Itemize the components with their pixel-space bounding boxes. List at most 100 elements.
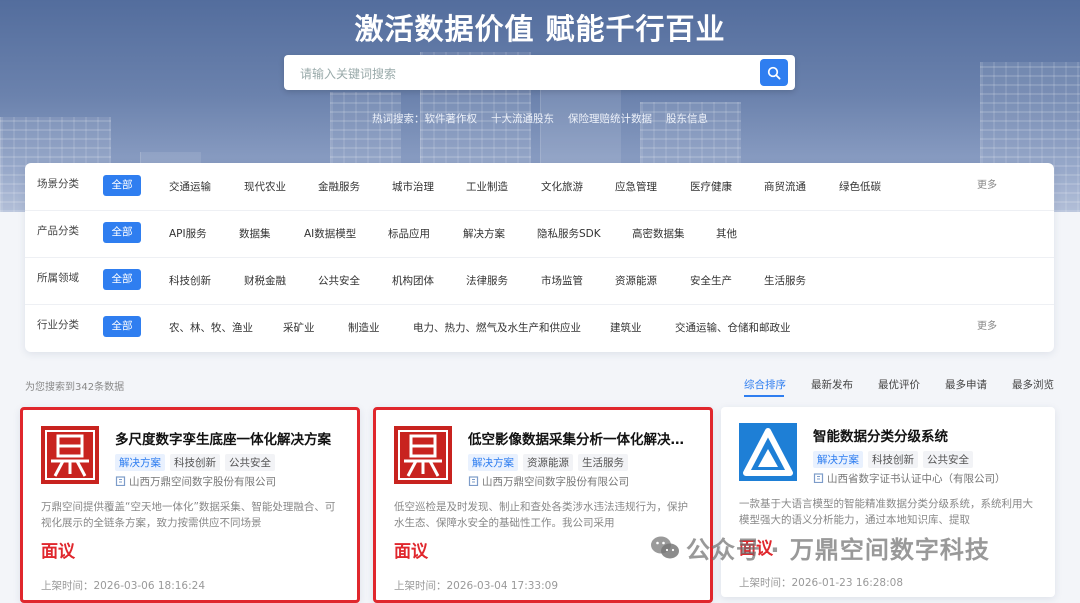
- filter-option[interactable]: 法律服务: [466, 273, 508, 288]
- filter-option[interactable]: 电力、热力、燃气及水生产和供应业: [413, 320, 581, 335]
- filter-all-button[interactable]: 全部: [103, 269, 141, 290]
- filter-option[interactable]: 公共安全: [318, 273, 360, 288]
- filter-option[interactable]: 采矿业: [283, 320, 315, 335]
- filter-option[interactable]: 安全生产: [690, 273, 732, 288]
- building-icon: [468, 476, 479, 486]
- filter-option[interactable]: 交通运输: [169, 179, 211, 194]
- filter-all-button[interactable]: 全部: [103, 175, 141, 196]
- card-time: 上架时间：2026-03-04 17:33:09: [394, 580, 559, 592]
- dingding-logo: [394, 426, 452, 484]
- filter-option[interactable]: 现代农业: [244, 179, 286, 194]
- card-title[interactable]: 低空影像数据采集分析一体化解决方案: [468, 428, 696, 448]
- filter-option[interactable]: 生活服务: [764, 273, 806, 288]
- hot-word[interactable]: 股东信息: [666, 113, 708, 125]
- filter-option[interactable]: 解决方案: [463, 226, 505, 241]
- filter-option[interactable]: 高密数据集: [632, 226, 685, 241]
- filter-option[interactable]: 制造业: [348, 320, 380, 335]
- filter-option[interactable]: 医疗健康: [690, 179, 732, 194]
- card-company-name: 山西省数字证书认证中心（有限公司）: [827, 473, 1006, 485]
- filter-label: 所属领域: [37, 272, 79, 284]
- filter-option[interactable]: 其他: [716, 226, 737, 241]
- card-tag: 资源能源: [523, 454, 573, 471]
- filter-option[interactable]: 数据集: [239, 226, 271, 241]
- card-time: 上架时间：2026-01-23 16:28:08: [739, 577, 904, 589]
- filter-option[interactable]: 绿色低碳: [839, 179, 881, 194]
- filter-row-industry: 行业分类 全部 农、林、牧、渔业 采矿业 制造业 电力、热力、燃气及水生产和供应…: [25, 304, 1054, 351]
- card-title[interactable]: 智能数据分类分级系统: [813, 425, 1041, 445]
- card-description: 万鼎空间提供覆盖“空天地一体化”数据采集、智能处理融合、可视化展示的全链条方案，…: [41, 501, 336, 529]
- product-card[interactable]: 低空影像数据采集分析一体化解决方案 解决方案 资源能源 生活服务 山西万鼎空间数字股…: [373, 407, 713, 603]
- card-tag: 解决方案: [115, 454, 165, 471]
- building-icon: [813, 473, 824, 483]
- filter-option[interactable]: AI数据模型: [304, 226, 356, 241]
- sort-option[interactable]: 最优评价: [878, 377, 920, 392]
- card-time: 上架时间：2026-03-06 18:16:24: [41, 580, 206, 592]
- filter-option[interactable]: 农、林、牧、渔业: [169, 320, 253, 335]
- card-description: 低空巡检是及时发现、制止和查处各类涉水违法违规行为，保护水生态、保障水安全的基础…: [394, 501, 688, 529]
- card-tag: 科技创新: [868, 451, 918, 468]
- card-company-name: 山西万鼎空间数字股份有限公司: [482, 476, 629, 488]
- sort-option[interactable]: 综合排序: [744, 377, 786, 392]
- card-company: 山西万鼎空间数字股份有限公司: [115, 474, 276, 489]
- filter-option[interactable]: 财税金融: [244, 273, 286, 288]
- card-company: 山西万鼎空间数字股份有限公司: [468, 474, 629, 489]
- card-tag: 解决方案: [813, 451, 863, 468]
- page-title: 激活数据价值 赋能千行百业: [354, 12, 726, 46]
- filter-all-button[interactable]: 全部: [103, 316, 141, 337]
- search-bar: [284, 55, 795, 92]
- card-tag: 公共安全: [923, 451, 973, 468]
- more-button[interactable]: 更多: [977, 317, 997, 332]
- hot-words-label: 热词搜索：: [372, 113, 425, 125]
- card-tag: 公共安全: [225, 454, 275, 471]
- filter-option[interactable]: 市场监管: [541, 273, 583, 288]
- filter-label: 行业分类: [37, 319, 79, 331]
- filter-row-product: 产品分类 全部 API服务 数据集 AI数据模型 标品应用 解决方案 隐私服务S…: [25, 210, 1054, 258]
- card-tags: 解决方案 资源能源 生活服务: [468, 451, 633, 471]
- card-price: 面议: [394, 542, 428, 562]
- sort-option[interactable]: 最多申请: [945, 377, 987, 392]
- card-description: 一款基于大语言模型的智能精准数据分类分级系统，系统利用大模型强大的语义分析能力，…: [739, 498, 1033, 526]
- more-button[interactable]: 更多: [977, 176, 997, 191]
- filter-row-scene: 场景分类 全部 交通运输 现代农业 金融服务 城市治理 工业制造 文化旅游 应急…: [25, 163, 1054, 211]
- card-company-name: 山西万鼎空间数字股份有限公司: [129, 476, 276, 488]
- search-button[interactable]: [760, 59, 788, 86]
- filter-row-domain: 所属领域 全部 科技创新 财税金融 公共安全 机构团体 法律服务 市场监管 资源…: [25, 257, 1054, 305]
- filter-option[interactable]: 隐私服务SDK: [537, 226, 601, 241]
- card-tags: 解决方案 科技创新 公共安全: [813, 448, 978, 468]
- card-company: 山西省数字证书认证中心（有限公司）: [813, 471, 1006, 486]
- dingding-logo: [41, 426, 99, 484]
- card-tags: 解决方案 科技创新 公共安全: [115, 451, 280, 471]
- sort-option[interactable]: 最多浏览: [1012, 377, 1054, 392]
- filter-option[interactable]: 建筑业: [610, 320, 642, 335]
- sort-option[interactable]: 最新发布: [811, 377, 853, 392]
- filter-option[interactable]: 金融服务: [318, 179, 360, 194]
- card-title[interactable]: 多尺度数字孪生底座一体化解决方案: [115, 428, 343, 448]
- hot-word[interactable]: 保险理赔统计数据: [568, 113, 652, 125]
- filter-option[interactable]: 工业制造: [466, 179, 508, 194]
- filter-option[interactable]: 标品应用: [388, 226, 430, 241]
- search-input[interactable]: [298, 55, 752, 92]
- filter-option[interactable]: 机构团体: [392, 273, 434, 288]
- filter-option[interactable]: 应急管理: [615, 179, 657, 194]
- filter-all-button[interactable]: 全部: [103, 222, 141, 243]
- filter-option[interactable]: 文化旅游: [541, 179, 583, 194]
- card-tag: 解决方案: [468, 454, 518, 471]
- hot-word[interactable]: 软件著作权: [425, 113, 478, 125]
- triangle-logo: [739, 423, 797, 481]
- filter-label: 场景分类: [37, 178, 79, 190]
- building-icon: [115, 476, 126, 486]
- card-tag: 生活服务: [578, 454, 628, 471]
- product-card[interactable]: 多尺度数字孪生底座一体化解决方案 解决方案 科技创新 公共安全 山西万鼎空间数字股份…: [20, 407, 360, 603]
- hot-word[interactable]: 十大流通股东: [491, 113, 554, 125]
- hot-words: 热词搜索：软件著作权 十大流通股东 保险理赔统计数据 股东信息: [0, 111, 1080, 126]
- filter-option[interactable]: 商贸流通: [764, 179, 806, 194]
- product-card[interactable]: 智能数据分类分级系统 解决方案 科技创新 公共安全 山西省数字证书认证中心（有限公司…: [721, 407, 1055, 597]
- search-icon: [767, 66, 781, 80]
- filter-option[interactable]: API服务: [169, 226, 207, 241]
- filter-option[interactable]: 交通运输、仓储和邮政业: [675, 320, 791, 335]
- filter-option[interactable]: 城市治理: [392, 179, 434, 194]
- watermark-text: 公众号 · 万鼎空间数字科技: [686, 536, 990, 564]
- filter-option[interactable]: 科技创新: [169, 273, 211, 288]
- card-tag: 科技创新: [170, 454, 220, 471]
- filter-option[interactable]: 资源能源: [615, 273, 657, 288]
